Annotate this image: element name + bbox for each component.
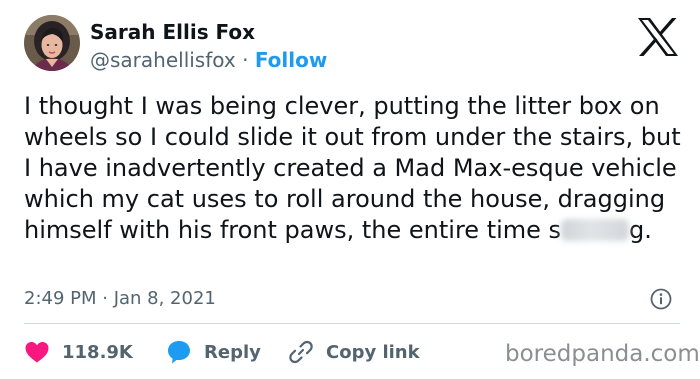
like-count: 118.9K (62, 341, 133, 363)
link-icon (289, 340, 313, 364)
reply-button[interactable]: Reply (166, 337, 261, 367)
avatar[interactable] (24, 15, 80, 71)
divider (24, 323, 680, 324)
blurred-word (561, 219, 630, 241)
author-name[interactable]: Sarah Ellis Fox (90, 19, 255, 45)
reply-label: Reply (204, 341, 261, 363)
separator-dot: · (242, 48, 249, 72)
copy-link-label: Copy link (326, 341, 420, 363)
watermark: boredpanda.com (505, 341, 700, 367)
tweet-text: I thought I was being clever, putting th… (24, 91, 684, 246)
info-icon[interactable] (650, 288, 672, 310)
speech-bubble-icon (168, 341, 190, 364)
tweet-timestamp[interactable]: 2:49 PM · Jan 8, 2021 (24, 287, 216, 311)
author-handle-row: @sarahellisfox · Follow (90, 47, 327, 73)
avatar-image (24, 15, 80, 71)
follow-button[interactable]: Follow (255, 48, 328, 72)
copy-link-button[interactable]: Copy link (288, 337, 420, 367)
like-button[interactable]: 118.9K (24, 337, 133, 367)
heart-icon (25, 342, 49, 363)
x-logo-icon[interactable] (636, 17, 680, 57)
tweet-text-end: g. (629, 216, 652, 244)
author-handle[interactable]: @sarahellisfox (90, 48, 236, 72)
